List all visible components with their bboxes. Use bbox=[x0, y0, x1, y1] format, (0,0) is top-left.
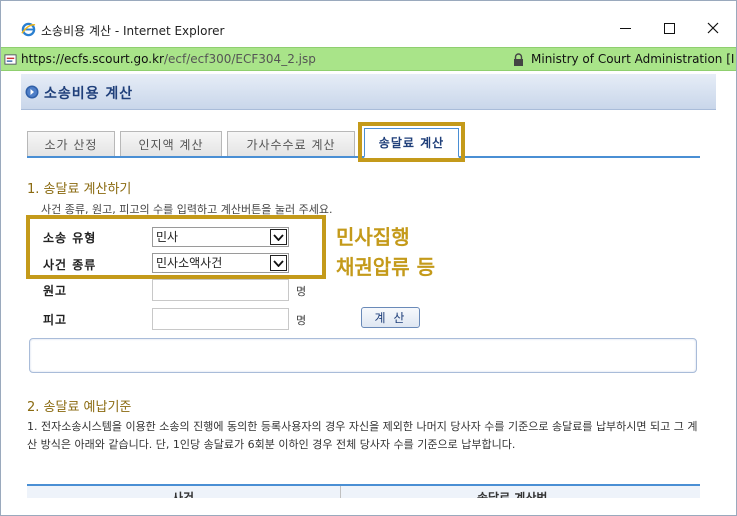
tab-lawsuit-value[interactable]: 소가 산정 bbox=[27, 131, 115, 156]
fee-table-header: 사건 송달료 계산법 bbox=[27, 484, 700, 498]
table-header-method: 송달료 계산법 bbox=[477, 491, 548, 498]
url-host: https://ecfs.scourt.go.kr bbox=[21, 52, 164, 66]
table-divider bbox=[340, 486, 341, 498]
address-bar[interactable]: https://ecfs.scourt.go.kr/ecf/ecf300/ECF… bbox=[1, 47, 736, 71]
form-highlight-box bbox=[26, 215, 326, 279]
tab-family-fee[interactable]: 가사수수료 계산 bbox=[227, 131, 355, 156]
result-display bbox=[29, 338, 697, 373]
section2-title: 2. 송달료 예납기준 bbox=[27, 400, 132, 415]
table-header-case: 사건 bbox=[172, 491, 195, 498]
defendant-label: 피고 bbox=[43, 313, 68, 327]
circle-arrow-icon bbox=[25, 85, 39, 99]
tab-highlight-box bbox=[358, 122, 465, 162]
window-title: 소송비용 계산 - Internet Explorer bbox=[41, 24, 225, 38]
defendant-count-input[interactable] bbox=[152, 308, 289, 330]
close-button[interactable] bbox=[693, 15, 733, 41]
page-icon bbox=[4, 54, 17, 65]
plaintiff-unit: 명 bbox=[296, 285, 307, 298]
annotation-line1: 민사집행 bbox=[336, 225, 410, 249]
plaintiff-label: 원고 bbox=[43, 284, 68, 298]
calculate-button[interactable]: 계 산 bbox=[361, 307, 420, 328]
ie-icon bbox=[21, 22, 36, 37]
url-path: /ecf/ecf300/ECF304_2.jsp bbox=[163, 52, 316, 66]
section1-title: 1. 송달료 계산하기 bbox=[27, 182, 132, 197]
defendant-unit: 명 bbox=[296, 314, 307, 327]
maximize-button[interactable] bbox=[649, 15, 689, 41]
plaintiff-count-input[interactable] bbox=[152, 279, 289, 301]
site-identity[interactable]: Ministry of Court Administration [I bbox=[531, 52, 734, 66]
section2-body: 1. 전자소송시스템을 이용한 소송의 진행에 동의한 등록사용자의 경우 자신… bbox=[27, 420, 698, 451]
browser-window: 소송비용 계산 - Internet Explorer https://ecfs… bbox=[0, 0, 737, 516]
maximize-icon bbox=[663, 22, 675, 34]
lock-icon[interactable] bbox=[513, 53, 524, 66]
page-header: 소송비용 계산 bbox=[21, 74, 716, 110]
annotation-line2: 채권압류 등 bbox=[336, 255, 435, 279]
minimize-icon bbox=[619, 27, 631, 29]
page-title: 소송비용 계산 bbox=[44, 86, 134, 102]
address-url[interactable]: https://ecfs.scourt.go.kr/ecf/ecf300/ECF… bbox=[21, 52, 316, 66]
tab-stamp-fee[interactable]: 인지액 계산 bbox=[120, 131, 222, 156]
minimize-button[interactable] bbox=[605, 15, 645, 41]
close-icon bbox=[707, 22, 719, 34]
title-bar: 소송비용 계산 - Internet Explorer bbox=[1, 1, 736, 47]
